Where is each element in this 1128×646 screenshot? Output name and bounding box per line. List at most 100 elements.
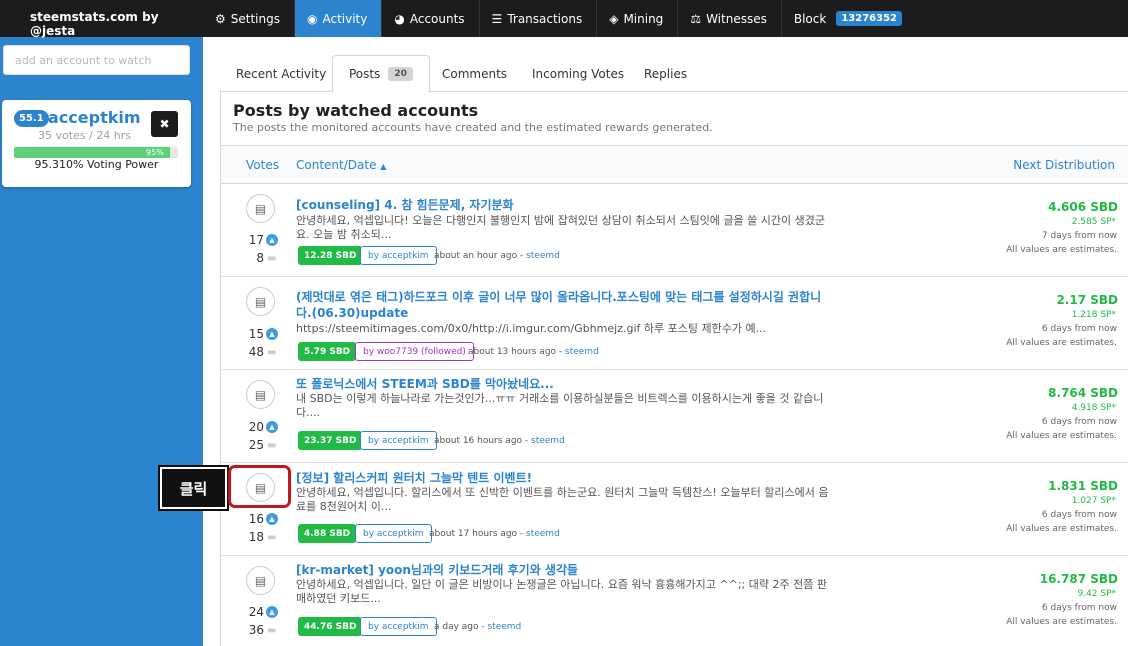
post-title-link[interactable]: [counseling] 4. 참 힘든문제, 자기분화 [296, 197, 836, 213]
nav-activity-label: Activity [322, 11, 368, 26]
sidebar: steemstats.com by @jesta add an account … [0, 0, 203, 646]
reward-badge: 23.37 SBD [298, 431, 363, 450]
dist-sp: 2.585 SP* [1071, 217, 1116, 227]
list-icon: ▤ [254, 201, 267, 216]
col-content-date[interactable]: Content/Date ▲ [296, 158, 386, 172]
block-number-badge: 13276352 [836, 11, 902, 26]
vote-button[interactable]: ▤ [246, 194, 275, 223]
nav-mining[interactable]: ◈ Mining [597, 0, 679, 37]
voting-power-bar: 95% [14, 147, 178, 158]
nav-accounts[interactable]: ◕ Accounts [382, 0, 480, 37]
comment-icon: ▬ [267, 347, 277, 358]
tab-recent-activity[interactable]: Recent Activity [220, 55, 342, 92]
tab-comments[interactable]: Comments [426, 55, 523, 92]
dist-sp: 1.027 SP* [1071, 496, 1116, 506]
post-title-link[interactable]: 또 폴로닉스에서 STEEM과 SBD를 막아놨네요... [296, 376, 836, 392]
list-icon: ▤ [254, 387, 267, 402]
comment-count: 8 [256, 251, 264, 265]
dist-note: All values are estimates. [1006, 431, 1117, 441]
nav-block[interactable]: Block 13276352 [782, 0, 916, 37]
remove-account-button[interactable]: ✖ [151, 111, 178, 137]
comment-icon: ▬ [267, 625, 277, 636]
tab-replies[interactable]: Replies [628, 55, 703, 92]
dist-when: 6 days from now [1041, 603, 1117, 613]
nav-transactions[interactable]: ☰ Transactions [480, 0, 598, 37]
reward-badge: 5.79 SBD [298, 342, 357, 361]
vote-button[interactable]: ▤ [246, 287, 275, 316]
nav-witnesses-label: Witnesses [706, 11, 767, 26]
vote-count: 20 [248, 420, 264, 434]
gears-icon: ⚙ [215, 11, 226, 26]
pie-chart-icon: ◕ [394, 11, 405, 26]
app-link[interactable]: steemd [488, 622, 522, 632]
tab-recent-activity-label: Recent Activity [236, 66, 327, 81]
dist-note: All values are estimates. [1006, 617, 1117, 627]
post-excerpt: 안녕하세요, 억셉입니다. 할리스에서 또 신박한 이벤트를 하는군요. 원터치… [296, 486, 829, 513]
author-badge[interactable]: by acceptkim [360, 431, 437, 450]
nav-block-label: Block [793, 11, 827, 26]
upvote-icon: ▲ [266, 421, 278, 433]
comment-count: 48 [248, 345, 264, 359]
nav-witnesses[interactable]: ⚖ Witnesses [678, 0, 782, 37]
reward-badge: 4.88 SBD [298, 524, 357, 543]
author-badge[interactable]: by woo7739 (followed) [355, 342, 474, 361]
nav-activity[interactable]: ◉ Activity [294, 0, 383, 37]
dist-when: 7 days from now [1041, 231, 1117, 241]
app-link[interactable]: steemd [565, 347, 599, 357]
dist-note: All values are estimates. [1006, 524, 1117, 534]
author-badge[interactable]: by acceptkim [355, 524, 432, 543]
annotation-label: 클릭 [158, 465, 229, 511]
list-icon: ▤ [254, 294, 267, 309]
nav-mining-label: Mining [623, 11, 664, 26]
author-badge[interactable]: by acceptkim [360, 246, 437, 265]
voting-power-bar-label: 95% [146, 148, 164, 157]
nav-settings[interactable]: ⚙ Settings [203, 0, 295, 37]
upvote-icon: ▲ [266, 328, 278, 340]
table-row: ▤ 17 ▲ 8 ▬ [counseling] 4. 참 힘든문제, 자기분화 … [221, 184, 1128, 277]
post-title-link[interactable]: [정보] 할리스커피 원터치 그늘막 텐트 이벤트! [296, 470, 836, 486]
close-icon: ✖ [159, 117, 170, 131]
post-excerpt: 내 SBD는 이렇게 하늘나라로 가는것인가...ㅠㅠ 거래소를 이용하실분들은… [296, 392, 824, 419]
comment-count: 18 [248, 530, 264, 544]
posts-count-badge: 20 [388, 67, 413, 81]
post-excerpt: https://steemitimages.com/0x0/http://i.i… [296, 322, 767, 335]
post-time: about 16 hours ago - [434, 436, 532, 446]
sort-asc-icon: ▲ [380, 162, 387, 171]
vote-count: 15 [248, 327, 264, 341]
app-link[interactable]: steemd [531, 436, 565, 446]
panel-subtitle: The posts the monitored accounts have cr… [233, 121, 713, 134]
col-next-distribution[interactable]: Next Distribution [1013, 158, 1115, 172]
dist-sbd: 4.606 SBD [1048, 200, 1118, 214]
app-link[interactable]: steemd [526, 529, 560, 539]
author-badge[interactable]: by acceptkim [360, 617, 437, 636]
nav-settings-label: Settings [230, 11, 280, 26]
tab-posts[interactable]: Posts 20 [332, 55, 430, 93]
vote-button[interactable]: ▤ [246, 380, 275, 409]
dist-sp: 4.918 SP* [1071, 403, 1116, 413]
list-icon: ☰ [491, 11, 503, 26]
vote-button[interactable]: ▤ [246, 566, 275, 595]
top-nav: ⚙ Settings ◉ Activity ◕ Accounts ☰ Transacti… [203, 0, 1128, 37]
account-card: 55.1 acceptkim 35 votes / 24 hrs ✖ 95% 9… [2, 100, 191, 187]
watch-account-input[interactable]: add an account to watch [3, 45, 190, 75]
app-link[interactable]: steemd [526, 251, 560, 261]
col-content-date-label: Content/Date [296, 158, 377, 172]
comment-count: 25 [248, 438, 264, 452]
post-excerpt: 안녕하세요, 억셉입니다. 일단 이 글은 비방이나 논쟁글은 아닙니다. 요즘… [296, 578, 827, 605]
vote-count: 16 [248, 512, 264, 526]
dist-when: 6 days from now [1041, 324, 1117, 334]
balance-scale-icon: ⚖ [690, 11, 702, 26]
tab-bar: Recent Activity Posts 20 Comments Incomin… [220, 55, 1128, 93]
table-header: Votes Content/Date ▲ Next Distribution [221, 145, 1128, 184]
tab-incoming-votes[interactable]: Incoming Votes [516, 55, 640, 92]
account-name[interactable]: acceptkim [48, 108, 141, 127]
post-title-link[interactable]: (제멋대로 엮은 태그)하드포크 이후 글이 너무 많이 올라옵니다.포스팅에 … [296, 289, 836, 321]
post-time: about 13 hours ago - [468, 347, 566, 357]
dist-sbd: 16.787 SBD [1039, 572, 1118, 586]
brand-title[interactable]: steemstats.com by @jesta [0, 0, 203, 38]
col-votes[interactable]: Votes [246, 158, 279, 172]
post-meta: about 17 hours ago - steemd [429, 529, 560, 539]
post-title-link[interactable]: [kr-market] yoon님과의 키보드거래 후기와 생각들 [296, 562, 836, 578]
reputation-badge: 55.1 [14, 110, 49, 127]
dist-when: 6 days from now [1041, 417, 1117, 427]
